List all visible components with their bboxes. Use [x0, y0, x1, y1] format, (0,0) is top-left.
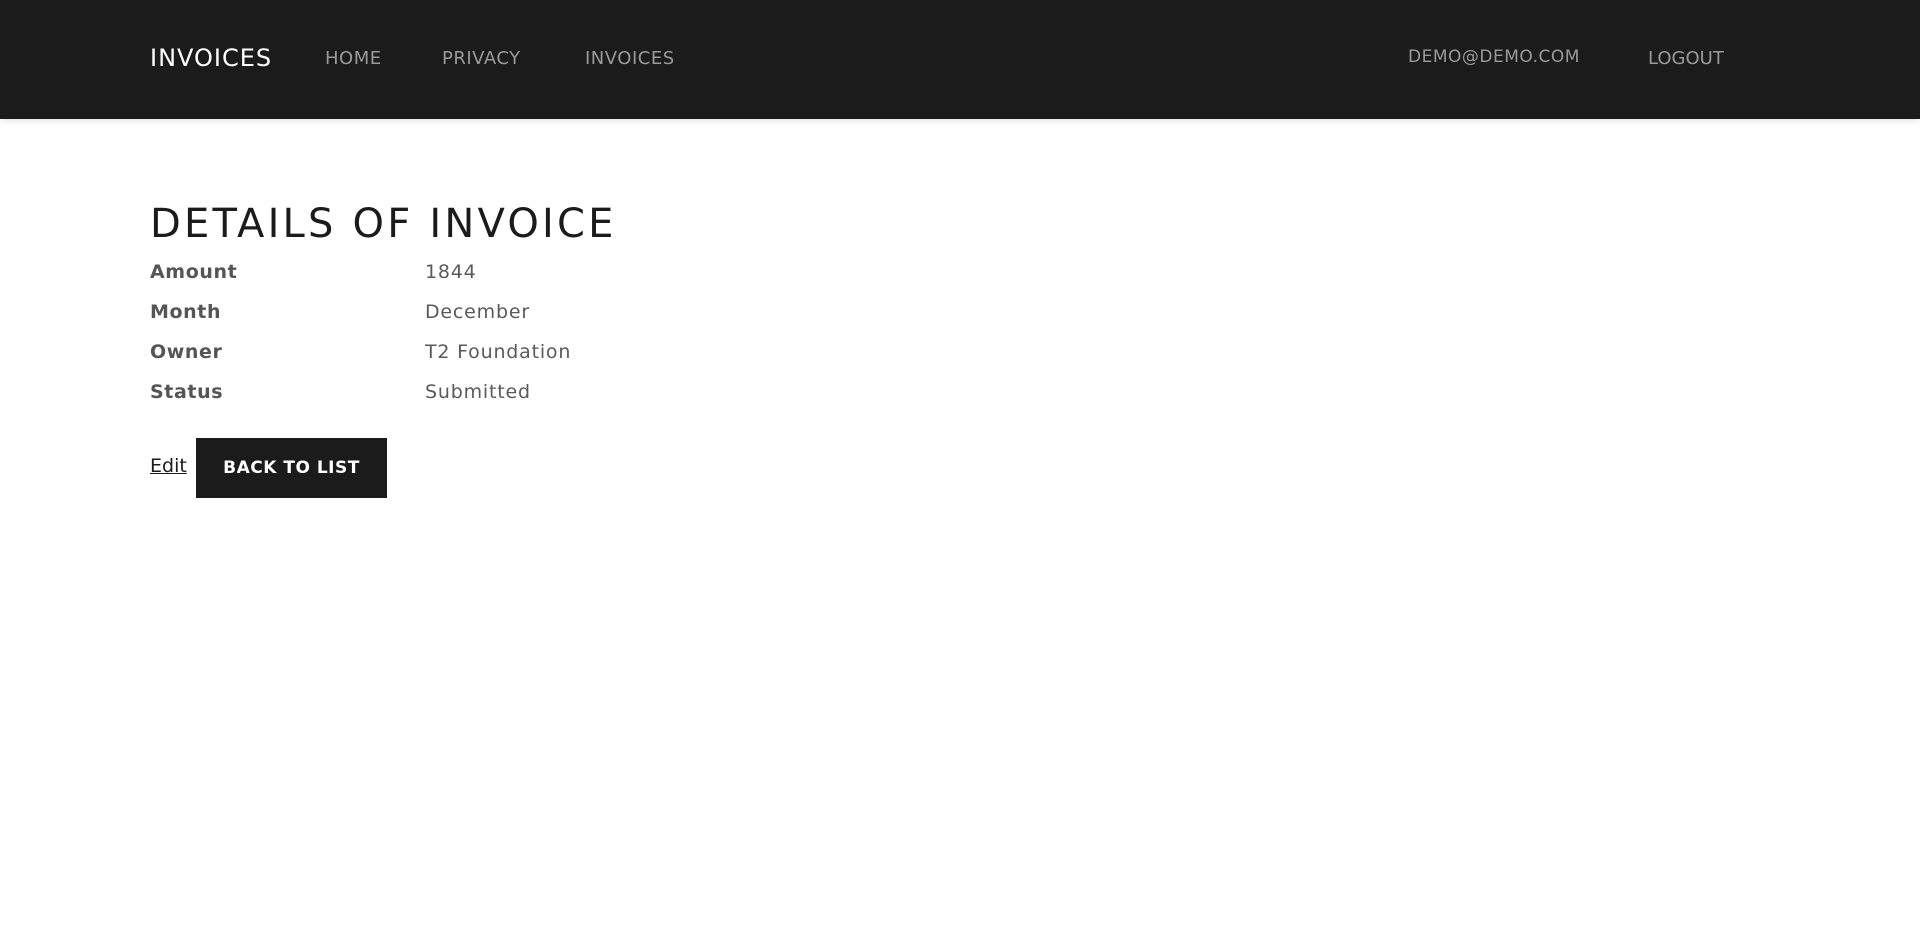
detail-value-owner: T2 Foundation	[425, 341, 572, 363]
nav-link-privacy[interactable]: PRIVACY	[442, 49, 521, 69]
detail-label-owner: Owner	[150, 341, 223, 363]
detail-label-month: Month	[150, 301, 222, 323]
brand-link[interactable]: INVOICES	[150, 44, 272, 72]
nav-link-home[interactable]: HOME	[325, 49, 382, 69]
top-navbar: INVOICES HOME PRIVACY INVOICES DEMO@DEMO…	[0, 0, 1920, 119]
back-to-list-button[interactable]: BACK TO LIST	[196, 438, 387, 498]
detail-value-amount: 1844	[425, 261, 477, 283]
detail-label-status: Status	[150, 381, 224, 403]
detail-value-month: December	[425, 301, 530, 323]
nav-user-link[interactable]: DEMO@DEMO.COM	[1408, 47, 1580, 67]
logout-link[interactable]: LOGOUT	[1648, 49, 1724, 69]
nav-link-invoices[interactable]: INVOICES	[585, 49, 675, 69]
detail-label-amount: Amount	[150, 261, 238, 283]
detail-value-status: Submitted	[425, 381, 531, 403]
page-title: DETAILS OF INVOICE	[150, 201, 617, 247]
edit-link[interactable]: Edit	[150, 454, 187, 478]
